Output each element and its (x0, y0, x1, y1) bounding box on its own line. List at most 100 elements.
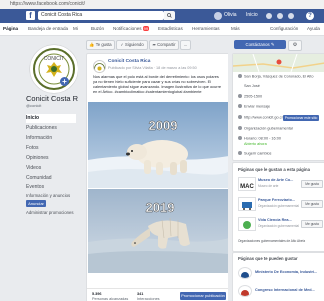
reach-label: Personas alcanzadas (92, 297, 129, 301)
like-page-button[interactable]: Me gusta (301, 220, 323, 228)
phone-row: 2505-1500 (238, 94, 262, 100)
tab-settings[interactable]: Configuración (270, 23, 298, 35)
promote-button[interactable]: Anunciar (26, 200, 46, 207)
following-button[interactable]: ✓ Siguiendo (116, 40, 148, 50)
sidebar-item-about[interactable]: Información (26, 134, 76, 143)
like-page-button[interactable]: Me gusta (301, 200, 323, 208)
more-options-button[interactable]: ... (180, 40, 191, 50)
sidebar-item-photos[interactable]: Fotos (26, 144, 76, 153)
location-map[interactable] (233, 54, 324, 72)
year-2009-label: 2009 (149, 118, 178, 133)
sidebar-item-home[interactable]: Inicio (26, 114, 76, 123)
sidebar-item-posts[interactable]: Publicaciones (26, 124, 76, 133)
post-text: Nos alarmas que el polo está al borde de… (93, 74, 222, 94)
liked-page-name[interactable]: Parque Ferroviario... (258, 198, 295, 202)
post-photo[interactable]: 2009 2019 (88, 102, 229, 273)
suggested-page-name[interactable]: Ministerio De Economía, Industri... (255, 270, 317, 274)
browser-url-bar[interactable]: https://www.facebook.com/conicit/ (0, 0, 324, 9)
conicit-small-logo-icon (94, 63, 105, 72)
like-page-button[interactable]: Me gusta (301, 180, 323, 188)
suggested-pages-box: Páginas que te pueden gustar Ministerio … (232, 252, 324, 301)
open-now: Abierto ahora (244, 142, 267, 146)
liked-page-logo[interactable] (238, 197, 256, 211)
engagement-count: 341 (137, 292, 144, 296)
address-row: San Borja, Vásquez de Coronado, El Alto (238, 74, 322, 80)
tab-help[interactable]: Ayuda (307, 23, 320, 35)
congress-logo-icon (241, 290, 249, 296)
liked-pages-title: Páginas que le gustan a esta página (238, 167, 310, 172)
search-icon (167, 13, 172, 18)
url-text: https://www.facebook.com/conicit/ (10, 1, 86, 7)
tab-tools[interactable]: Herramientas (192, 23, 220, 35)
sidebar-item-info-ads[interactable]: Información y anuncios (26, 191, 76, 200)
pin-icon (238, 74, 242, 78)
svg-text:CONICIT: CONICIT (44, 56, 65, 62)
post-author-avatar[interactable] (93, 60, 106, 73)
profile-avatar[interactable] (214, 12, 222, 20)
train-logo-icon (242, 202, 252, 210)
help-icon[interactable]: ? (306, 12, 314, 20)
post-author-name[interactable]: Conicit Costa Rica (108, 59, 150, 64)
suggest-edits-row[interactable]: Sugerir cambios (238, 151, 271, 157)
page-handle[interactable]: @conicit (26, 103, 41, 108)
message-text: Enviar mensaje (244, 104, 271, 109)
contact-us-label: Contáctanos (245, 42, 270, 47)
gear-icon[interactable]: ⚙ (288, 40, 302, 51)
tab-mi[interactable]: Mi (73, 23, 78, 35)
following-label: Siguiendo (125, 42, 144, 47)
suggested-page-logo[interactable] (238, 285, 252, 297)
tab-more[interactable]: Más (231, 23, 240, 35)
home-link[interactable]: Inicio (246, 12, 258, 18)
sidebar-item-videos[interactable]: Videos (26, 164, 76, 173)
website-text: http://www.conicit.go.cr (244, 115, 283, 120)
suggested-page-logo[interactable] (238, 267, 252, 279)
facebook-top-bar: f Conicit Costa Rica Olivia Inicio ? (0, 9, 324, 23)
svg-text:MAC: MAC (240, 184, 254, 190)
tab-buzon[interactable]: Buzón (91, 23, 104, 35)
more-pages-link[interactable]: Organizaciones gubernamentales de Alto A… (238, 239, 305, 243)
contact-us-button[interactable]: Contáctanos ✎ (234, 40, 286, 49)
share-label: Compartir (157, 42, 176, 47)
notifications-icon[interactable] (288, 13, 294, 19)
like-label: Te gusta (95, 42, 112, 47)
edit-photo-icon[interactable]: + (60, 77, 69, 86)
page-management-tabs: Página Bandeja de entrada Mi Buzón Notif… (0, 23, 324, 36)
category-row: Organización gubernamental (238, 126, 293, 132)
post-meta: Publicado por Silvia Vilalta · 18 de mar… (108, 66, 197, 70)
post-insights-bar: 5.396 Personas alcanzadas 341 Interaccio… (87, 288, 230, 301)
suggested-page-name[interactable]: Congreso Internacional de Med... (255, 288, 315, 292)
liked-page-logo[interactable]: MAC (238, 177, 256, 191)
tab-inbox[interactable]: Bandeja de entrada (28, 23, 68, 35)
page-profile-picture[interactable]: CONICIT (30, 45, 78, 93)
messages-icon[interactable] (277, 13, 283, 19)
friend-requests-icon[interactable] (266, 13, 272, 19)
facebook-logo-icon[interactable]: f (26, 11, 35, 20)
hours-text: Horario: 08:00 - 16:00 (244, 136, 281, 141)
like-page-button[interactable]: 👍 Te gusta (86, 40, 115, 50)
sidebar-item-community[interactable]: Comunidad (26, 174, 76, 183)
liked-page-name[interactable]: Vida Ciencia Rea... (258, 218, 292, 222)
tab-notifications[interactable]: Notificaciones 99 (113, 23, 150, 35)
tab-page[interactable]: Página (3, 23, 18, 35)
message-row[interactable]: Enviar mensaje (238, 104, 270, 110)
manage-promotions-link[interactable]: Administrar promociones (26, 210, 74, 215)
sidebar-item-reviews[interactable]: Opiniones (26, 154, 76, 163)
page-info-box: San Borja, Vásquez de Coronado, El Alto … (232, 53, 324, 161)
search-input[interactable]: Conicit Costa Rica (38, 11, 164, 20)
search-button[interactable] (164, 11, 175, 20)
website-row[interactable]: http://www.conicit.go.cr (238, 115, 283, 121)
suggest-edits-text: Sugerir cambios (244, 151, 272, 156)
promote-post-button[interactable]: Promocionar publicación (180, 292, 226, 300)
liked-page-logo[interactable] (238, 217, 256, 231)
profile-name-link[interactable]: Olivia (224, 12, 237, 18)
liked-page-name[interactable]: Museo de Arte Co... (258, 178, 293, 182)
promote-website-button[interactable]: Promocionar este sitio web (283, 115, 319, 126)
globe-icon (238, 115, 242, 119)
share-button[interactable]: ➦ Compartir (149, 40, 179, 50)
suggested-pages-title: Páginas que te pueden gustar (238, 256, 298, 261)
city-row: San José (244, 84, 260, 88)
tab-insights[interactable]: Estadísticas (158, 23, 183, 35)
phone-icon (238, 94, 242, 98)
tag-icon (238, 126, 242, 130)
facebook-page-screenshot: https://www.facebook.com/conicit/ f Coni… (0, 0, 324, 301)
